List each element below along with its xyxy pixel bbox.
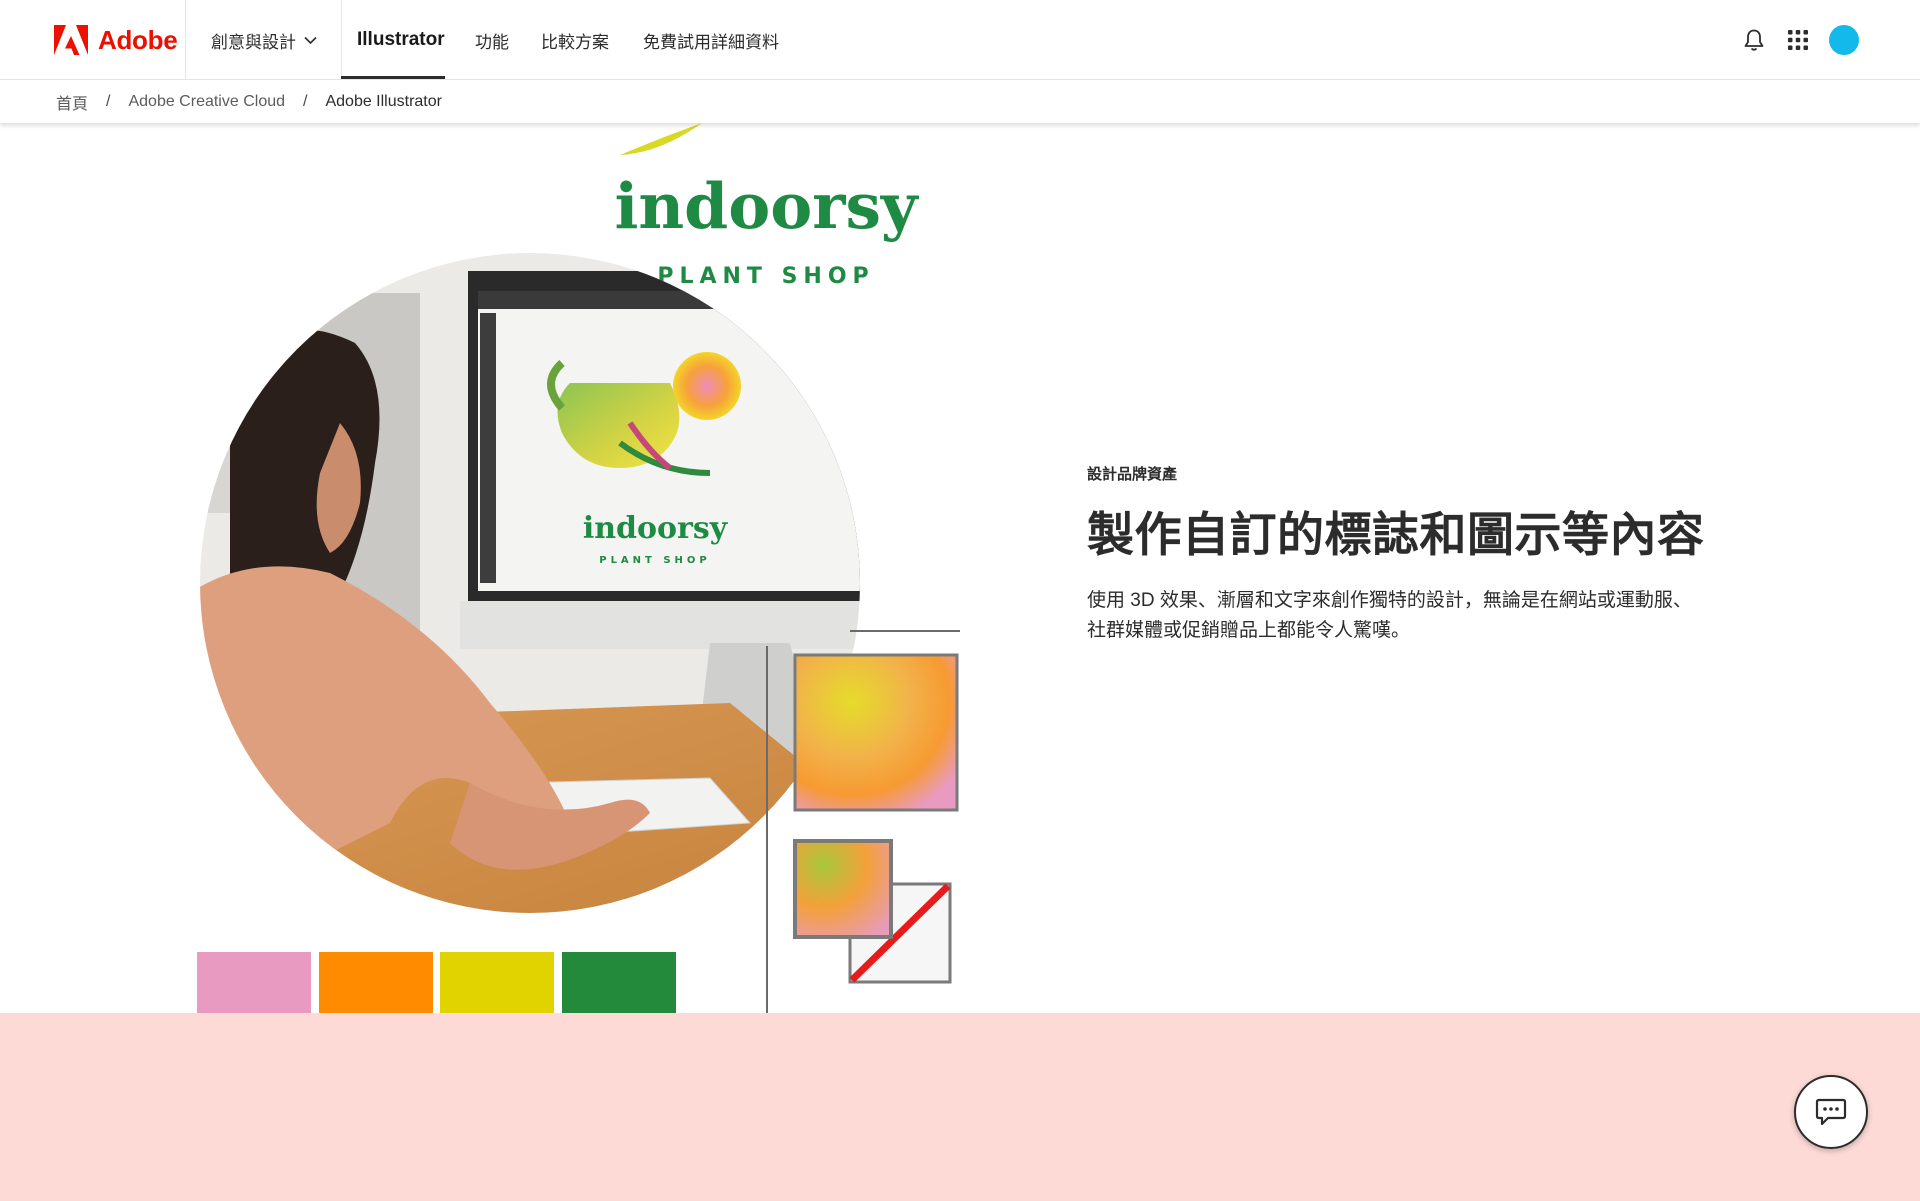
hero-logo-word: indoorsy — [614, 169, 919, 243]
gradient-swatch-large — [793, 653, 959, 812]
chat-icon — [1815, 1098, 1847, 1126]
global-nav: Adobe 創意與設計 Illustrator 功能 比較方案 免費試用詳細資料 — [0, 0, 1920, 80]
notifications-button[interactable] — [1740, 26, 1768, 54]
nav-divider — [341, 0, 342, 80]
breadcrumb-creative-cloud[interactable]: Adobe Creative Cloud — [128, 93, 285, 111]
adobe-wordmark: Adobe — [98, 24, 178, 55]
breadcrumb-current: Adobe Illustrator — [325, 92, 442, 110]
nav-item-free-trial[interactable]: 免費試用詳細資料 — [643, 0, 779, 80]
hero-photo: indoorsy PLANT SHOP — [200, 253, 860, 913]
nav-item-features[interactable]: 功能 — [475, 0, 509, 80]
breadcrumb-separator: / — [303, 92, 308, 110]
breadcrumb: 首頁 / Adobe Creative Cloud / Adobe Illust… — [56, 90, 442, 114]
color-swatch-green — [562, 952, 676, 1013]
hero-body: 使用 3D 效果、漸層和文字來創作獨特的設計，無論是在網站或運動服、社群媒體或促… — [1087, 590, 1692, 642]
apps-switcher-button[interactable] — [1784, 26, 1812, 54]
bell-icon — [1744, 29, 1764, 51]
svg-text:PLANT SHOP: PLANT SHOP — [599, 555, 711, 566]
next-section-band — [0, 1013, 1920, 1201]
hero-eyebrow: 設計品牌資產 — [1087, 466, 1178, 483]
hero-headline: 製作自訂的標誌和圖示等內容 — [1087, 508, 1705, 561]
nav-item-compare-plans[interactable]: 比較方案 — [541, 0, 609, 80]
avatar[interactable] — [1829, 25, 1859, 55]
hero-logo-sub: PLANT SHOP — [657, 264, 874, 289]
chevron-down-icon — [304, 36, 317, 44]
hero-text-block: 設計品牌資產 製作自訂的標誌和圖示等內容 使用 3D 效果、漸層和文字來創作獨特… — [1087, 463, 1707, 646]
svg-text:indoorsy: indoorsy — [583, 511, 729, 546]
hero-illustration: indoorsy PLANT SHOP indoorsy PLANT SHOP — [197, 123, 960, 1013]
nav-item-illustrator[interactable]: Illustrator — [357, 0, 445, 80]
color-swatch-yellow — [440, 952, 554, 1013]
apps-grid-icon — [1788, 30, 1808, 50]
color-swatch-pink — [197, 952, 311, 1013]
adobe-logo-link[interactable]: Adobe — [54, 22, 178, 58]
active-tab-indicator — [341, 76, 445, 79]
breadcrumb-home[interactable]: 首頁 — [56, 90, 88, 114]
breadcrumb-bar: 首頁 / Adobe Creative Cloud / Adobe Illust… — [0, 80, 1920, 123]
color-swatch-orange — [319, 952, 433, 1013]
chat-button[interactable] — [1794, 1075, 1868, 1149]
leaf-shape — [620, 123, 702, 155]
adobe-logo-icon — [54, 25, 88, 55]
breadcrumb-separator: / — [106, 92, 111, 110]
nav-divider — [185, 0, 186, 80]
nav-dropdown-label: 創意與設計 — [211, 32, 296, 52]
nav-dropdown-creativity-design[interactable]: 創意與設計 — [211, 0, 317, 80]
fill-swatch — [793, 839, 893, 939]
